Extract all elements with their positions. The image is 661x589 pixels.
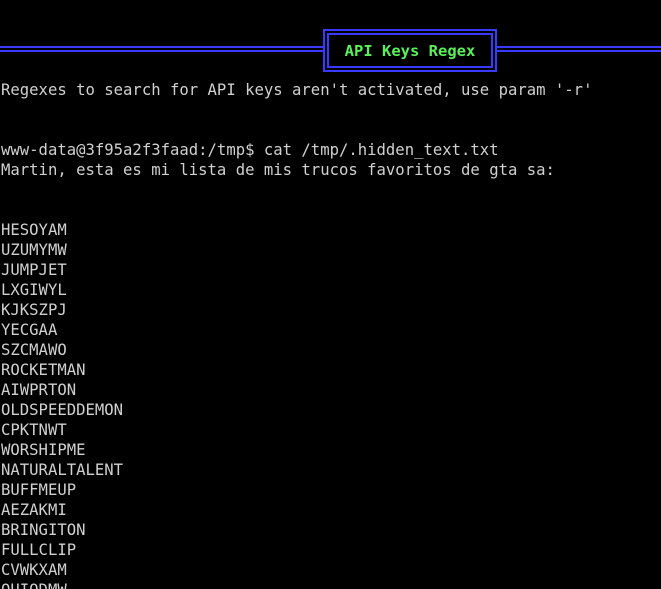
cheat-line: BRINGITON [1,521,86,539]
cheat-line: AIWPRTON [1,381,77,399]
cheat-line: YECGAA [1,321,58,339]
cheat-line: CVWKXAM [1,561,67,579]
cheat-line: ROCKETMAN [1,361,86,379]
terminal-window[interactable]: API Keys Regex Regexes to search for API… [0,0,661,589]
cheat-line: CPKTNWT [1,421,67,439]
cheat-line: BUFFMEUP [1,481,77,499]
cheat-line: WORSHIPME [1,441,86,459]
cheat-line: KJKSZPJ [1,301,67,319]
cheat-line: JUMPJET [1,261,67,279]
output-intro-line: Martin, esta es mi lista de mis trucos f… [1,161,555,179]
cheat-line: OUIQDMW [1,580,67,589]
cheat-line: NATURALTALENT [1,461,124,479]
notice-line: Regexes to search for API keys aren't ac… [1,81,593,99]
command-line: www-data@3f95a2f3faad:/tmp$ cat /tmp/.hi… [1,141,499,159]
cheat-line: AEZAKMI [1,501,67,519]
cheat-line: HESOYAM [1,221,67,239]
cheat-line: SZCMAWO [1,341,67,359]
cheat-line: OLDSPEEDDEMON [1,401,124,419]
cheat-line: LXGIWYL [1,281,67,299]
banner-box: API Keys Regex [323,29,497,72]
banner-title: API Keys Regex [327,33,493,68]
cheat-line: FULLCLIP [1,541,77,559]
cheat-line: UZUMYMW [1,241,67,259]
